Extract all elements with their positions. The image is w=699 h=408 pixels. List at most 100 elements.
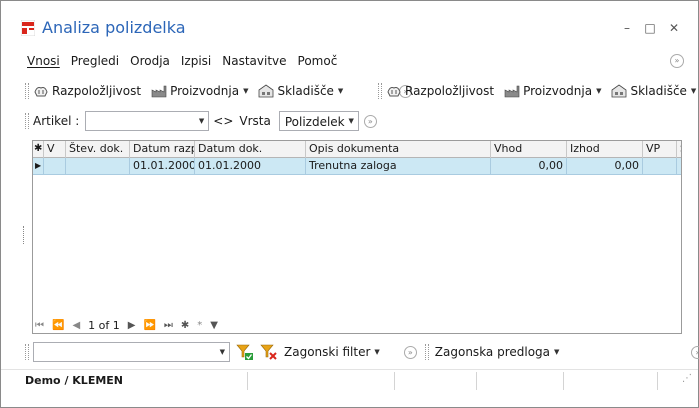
prev-record-icon[interactable]: ◀ [72, 320, 80, 331]
title-bar: Analiza polizdelka – □ ✕ [1, 1, 698, 45]
cell-izhod[interactable]: 0,00 [567, 158, 643, 174]
menu-pomoc[interactable]: Pomoč [298, 54, 338, 72]
bottom-overflow-icon[interactable]: » [403, 345, 417, 359]
column-header-stev-dok[interactable]: Štev. dok. [66, 141, 130, 158]
proizvodnja-dropdown[interactable]: Proizvodnja ▼ [151, 83, 248, 99]
cell-v[interactable] [44, 158, 66, 174]
status-divider [476, 372, 477, 390]
chevron-down-icon: ▼ [554, 348, 560, 356]
zagonska-predloga-dropdown[interactable]: Zagonska predloga ▼ [435, 345, 560, 359]
record-position: 1 of 1 [88, 318, 120, 332]
insert-record-icon[interactable]: * [197, 320, 202, 331]
row-indicator-icon: ▶ [33, 158, 44, 174]
cell-datum-dok[interactable]: 01.01.2000 [195, 158, 306, 174]
menu-bar: Vnosi Pregledi Orodja Izpisi Nastavitve … [27, 54, 337, 72]
next-page-icon[interactable]: ⏩ [143, 320, 155, 331]
cell-opis[interactable]: Trenutna zaloga [306, 158, 491, 174]
vrsta-combo[interactable]: Polizdelek ▼ [278, 111, 359, 131]
menu-orodja[interactable]: Orodja [130, 54, 170, 72]
table-row[interactable]: ▶ 01.01.2000 01.01.2000 Trenutna zaloga … [33, 158, 681, 175]
skladisce-label-2: Skladišče [630, 84, 687, 98]
first-record-icon[interactable]: ⏮ [35, 320, 44, 331]
razpolozljivost-button-2[interactable]: Razpoložljivost [386, 83, 494, 99]
toolbar-left: Razpoložljivost Proizvodnja ▼ Skladišče … [25, 81, 413, 101]
hands-icon [34, 87, 48, 97]
razpolozljivost-button[interactable]: Razpoložljivost [33, 83, 141, 99]
record-navigator: ⏮ ⏪ ◀ 1 of 1 ▶ ⏩ ⏭ ✱ * ▼ [35, 318, 218, 332]
column-header-s[interactable]: S [677, 141, 681, 158]
chevron-down-icon: ▼ [198, 117, 205, 125]
toolbar-grip[interactable] [378, 83, 382, 99]
clear-filter-icon[interactable] [260, 343, 278, 361]
column-header-izhod[interactable]: Izhod [567, 141, 643, 158]
last-record-icon[interactable]: ⏭ [164, 320, 173, 331]
column-header-datum-razp[interactable]: Datum razp. [130, 141, 195, 158]
next-record-icon[interactable]: ▶ [128, 320, 136, 331]
menu-vnosi[interactable]: Vnosi [27, 54, 60, 72]
skladisce-dropdown[interactable]: Skladišče ▼ [258, 83, 343, 99]
minimize-button[interactable]: – [618, 19, 636, 37]
resize-grip-icon[interactable]: ⋰ [682, 373, 692, 384]
chevron-down-icon: ▼ [596, 87, 602, 95]
factory-icon [151, 85, 167, 98]
skladisce-dropdown-2[interactable]: Skladišče ▼ [611, 83, 696, 99]
filter-overflow-icon[interactable]: » [363, 114, 377, 128]
menu-nastavitve[interactable]: Nastavitve [222, 54, 286, 72]
column-header-opis[interactable]: Opis dokumenta [306, 141, 491, 158]
status-user: Demo / KLEMEN [25, 374, 124, 387]
artikel-combo[interactable]: ▼ [85, 111, 210, 131]
razpolozljivost-label-2: Razpoložljivost [405, 84, 495, 98]
toolbar-grip[interactable] [424, 344, 429, 360]
chevron-down-icon: ▼ [219, 348, 225, 356]
proizvodnja-dropdown-2[interactable]: Proizvodnja ▼ [504, 83, 601, 99]
splitter-grip[interactable] [23, 226, 25, 244]
column-header-datum-dok[interactable]: Datum dok. [195, 141, 306, 158]
menu-collapse-icon[interactable]: » [670, 54, 684, 68]
menu-pregledi[interactable]: Pregledi [71, 54, 119, 72]
zagonski-filter-dropdown[interactable]: Zagonski filter ▼ [284, 345, 380, 359]
append-record-icon[interactable]: ✱ [181, 320, 189, 331]
proizvodnja-label: Proizvodnja [170, 84, 240, 98]
article-filter-bar: Artikel : ▼ <> Vrsta Polizdelek ▼ » [25, 111, 377, 131]
status-divider [657, 372, 658, 390]
zagonska-predloga-label: Zagonska predloga [434, 345, 551, 359]
new-row-icon: ✱ [33, 141, 44, 158]
filter-record-icon[interactable]: ▼ [210, 320, 218, 331]
column-header-vp[interactable]: VP [643, 141, 677, 158]
factory-icon [504, 85, 520, 98]
cell-vp[interactable] [643, 158, 677, 174]
status-divider [247, 372, 248, 390]
chevron-down-icon: ▼ [243, 87, 249, 95]
cell-s[interactable] [677, 158, 681, 174]
swap-label: <> [213, 114, 234, 128]
cell-datum-razp[interactable]: 01.01.2000 [130, 158, 195, 174]
app-logo-icon [21, 20, 35, 36]
menu-izpisi[interactable]: Izpisi [181, 54, 211, 72]
column-header-v[interactable]: V [44, 141, 66, 158]
status-divider [394, 372, 395, 390]
status-divider [563, 372, 564, 390]
bottom-filter-bar: ▼ Zagonski filter ▼ » Zagonska predloga … [25, 341, 699, 363]
chevron-down-icon: ▼ [374, 348, 380, 356]
toolbar-grip[interactable] [25, 113, 29, 129]
zagonski-filter-label: Zagonski filter [284, 345, 371, 359]
warehouse-icon [612, 84, 627, 98]
status-bar: Demo / KLEMEN [1, 369, 698, 391]
window-title: Analiza polizdelka [42, 18, 186, 37]
artikel-label: Artikel : [33, 114, 80, 128]
filter-combo[interactable]: ▼ [33, 342, 230, 362]
grid-header: ✱ V Štev. dok. Datum razp. Datum dok. Op… [33, 141, 681, 158]
column-header-vhod[interactable]: Vhod [491, 141, 567, 158]
prev-page-icon[interactable]: ⏪ [52, 320, 64, 331]
apply-filter-icon[interactable] [236, 343, 254, 361]
cell-stev-dok[interactable] [66, 158, 130, 174]
skladisce-label: Skladišče [277, 84, 334, 98]
razpolozljivost-label: Razpoložljivost [52, 84, 142, 98]
toolbar-grip[interactable] [25, 83, 29, 99]
bottom-overflow-icon-2[interactable]: » [691, 345, 699, 359]
close-button[interactable]: ✕ [665, 19, 683, 37]
toolbar-grip[interactable] [25, 344, 29, 360]
cell-vhod[interactable]: 0,00 [491, 158, 567, 174]
analysis-window: Analiza polizdelka – □ ✕ Vnosi Pregledi … [0, 0, 699, 408]
maximize-button[interactable]: □ [641, 19, 659, 37]
